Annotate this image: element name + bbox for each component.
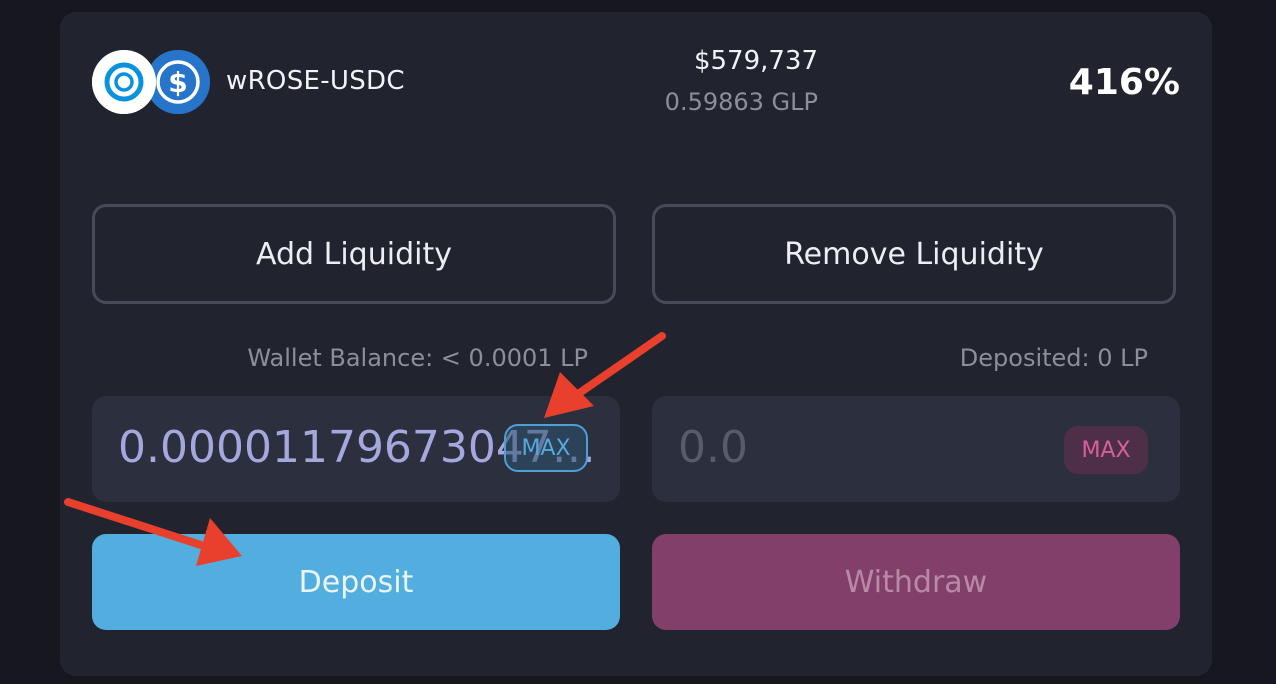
wallet-balance-label: Wallet Balance: < 0.0001 LP [247, 344, 588, 372]
withdraw-amount-input[interactable]: 0.0 MAX [652, 396, 1180, 502]
withdraw-button[interactable]: Withdraw [652, 534, 1180, 630]
withdraw-amount-placeholder: 0.0 [678, 422, 748, 473]
withdraw-max-button[interactable]: MAX [1064, 426, 1148, 474]
pool-name: wROSE-USDC [226, 66, 405, 96]
pool-tvl: $579,737 [693, 46, 818, 76]
pool-glp-amount: 0.59863 GLP [664, 88, 818, 116]
add-liquidity-button[interactable]: Add Liquidity [92, 204, 616, 304]
pool-token-logos: $ [92, 50, 212, 116]
deposit-button[interactable]: Deposit [92, 534, 620, 630]
svg-text:$: $ [168, 66, 187, 99]
deposit-max-button[interactable]: MAX [504, 424, 588, 472]
remove-liquidity-button[interactable]: Remove Liquidity [652, 204, 1176, 304]
pool-apr: 416% [1068, 62, 1180, 103]
deposited-balance-label: Deposited: 0 LP [959, 344, 1148, 372]
oasis-rose-icon [92, 50, 156, 114]
deposit-amount-input[interactable]: 0.000011796730473... MAX [92, 396, 620, 502]
